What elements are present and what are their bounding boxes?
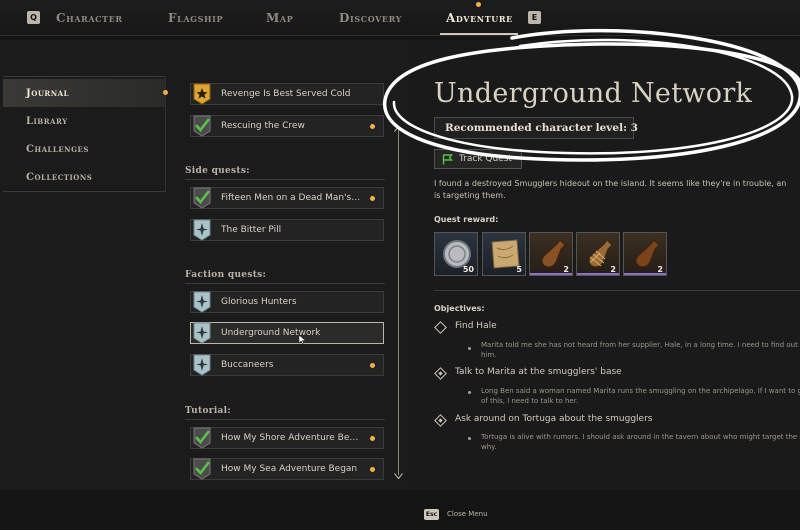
reward-wrapped-bottle[interactable]: 2 — [576, 232, 620, 276]
esc-key-hint[interactable]: Esc — [424, 509, 439, 520]
objective-description: Marita told me she has not heard from he… — [481, 340, 800, 360]
description-line: I found a destroyed Smugglers hideout on… — [434, 179, 787, 188]
check-icon — [192, 187, 212, 209]
quest-label: Fifteen Men on a Dead Man's C... — [221, 193, 361, 203]
scrollbar-track[interactable] — [398, 130, 399, 475]
reward-treasure-map[interactable]: 5 — [482, 232, 526, 276]
category-challenges[interactable]: Challenges — [3, 135, 165, 163]
quest-the-bitter-pill[interactable]: The Bitter Pill — [190, 219, 384, 241]
quest-reward-heading: Quest reward: — [434, 215, 499, 224]
quest-how-my-sea-adventure-began[interactable]: How My Sea Adventure Began — [190, 458, 384, 480]
compass-icon — [192, 354, 212, 376]
rarity-stripe — [577, 273, 619, 275]
quest-fifteen-men[interactable]: Fifteen Men on a Dead Man's C... — [190, 187, 384, 209]
objective-title: Talk to Marita at the smugglers' base — [455, 367, 622, 377]
compass-icon — [192, 219, 212, 241]
objectives-heading: Objectives: — [434, 304, 485, 313]
category-library[interactable]: Library — [3, 107, 165, 135]
objective-title: Ask around on Tortuga about the smuggler… — [455, 414, 653, 424]
reward-silver-coins[interactable]: 50 — [434, 232, 478, 276]
quest-label: Rescuing the Crew — [221, 121, 305, 131]
quest-glorious-hunters[interactable]: Glorious Hunters — [190, 291, 384, 313]
track-quest-button[interactable]: Track Quest — [434, 149, 522, 169]
quest-label: Revenge Is Best Served Cold — [221, 89, 351, 99]
category-journal[interactable]: Journal — [3, 79, 165, 107]
quest-revenge-is-best-served-cold[interactable]: Revenge Is Best Served Cold — [190, 83, 384, 105]
compass-icon — [192, 291, 212, 313]
compass-icon — [192, 322, 212, 344]
quest-label: Glorious Hunters — [221, 297, 297, 307]
faction-quests-heading: Faction quests: — [185, 270, 267, 280]
reward-quantity: 50 — [462, 265, 474, 274]
bullet-icon — [468, 347, 471, 350]
section-divider — [185, 179, 385, 180]
objective-description: Tortuga is alive with rumors. I should a… — [481, 432, 800, 452]
section-divider — [434, 290, 800, 291]
objective-description-line: Long Ben said a woman named Marita runs … — [481, 387, 800, 395]
quest-underground-network[interactable]: Underground Network — [190, 322, 384, 344]
quest-label: The Bitter Pill — [221, 225, 282, 235]
new-update-dot — [370, 363, 375, 368]
tutorial-heading: Tutorial: — [185, 406, 232, 416]
section-divider — [185, 419, 385, 420]
quest-buccaneers[interactable]: Buccaneers — [190, 354, 384, 376]
objective-title: Find Hale — [455, 321, 497, 331]
active-tab-underline — [440, 33, 518, 35]
reward-rum-bottle[interactable]: 2 — [529, 232, 573, 276]
objective-description-line: why. — [481, 443, 497, 451]
tab-adventure[interactable]: Adventure — [446, 11, 513, 25]
objective-description-line: Tortuga is alive with rumors. I should a… — [481, 433, 800, 441]
reward-rum-bottle-2[interactable]: 2 — [623, 232, 667, 276]
journal-new-dot — [163, 90, 168, 95]
quest-description: I found a destroyed Smugglers hideout on… — [434, 178, 800, 202]
e-key-hint[interactable]: E — [528, 11, 541, 24]
q-key-hint[interactable]: Q — [27, 11, 40, 24]
close-menu-button[interactable]: Close Menu — [447, 510, 488, 518]
new-update-dot — [370, 124, 375, 129]
check-icon — [192, 115, 212, 137]
check-icon — [192, 458, 212, 480]
objective-description-line: of this, I need to talk to her. — [481, 397, 579, 405]
new-update-dot — [370, 436, 375, 441]
tab-character[interactable]: Character — [56, 11, 123, 25]
recommended-level: Recommended character level: 3 — [434, 117, 638, 139]
quest-rescuing-the-crew[interactable]: Rescuing the Crew — [190, 115, 384, 137]
top-navigation-bar: Q Character Flagship Map Discovery Adven… — [0, 0, 800, 36]
bottom-hint-bar — [0, 490, 800, 530]
check-icon — [192, 427, 212, 449]
quest-how-my-shore-adventure-began[interactable]: How My Shore Adventure Began — [190, 427, 384, 449]
quest-label: How My Shore Adventure Began — [221, 433, 361, 443]
bullet-icon — [468, 391, 471, 394]
bullet-icon — [468, 437, 471, 440]
category-collections[interactable]: Collections — [3, 163, 165, 191]
rarity-stripe — [530, 273, 572, 275]
track-quest-label: Track Quest — [459, 154, 512, 164]
scroll-down-arrow-icon[interactable] — [394, 473, 403, 479]
quest-title: Underground Network — [434, 78, 753, 109]
flag-icon — [442, 153, 453, 164]
side-quests-heading: Side quests: — [185, 166, 250, 176]
tab-map[interactable]: Map — [266, 11, 293, 25]
new-update-dot — [370, 467, 375, 472]
rarity-stripe — [624, 273, 666, 275]
category-column: Journal Library Challenges Collections — [3, 76, 166, 192]
new-update-dot — [370, 196, 375, 201]
objective-description-line: Marita told me she has not heard from he… — [481, 341, 800, 349]
objective-description-line: him. — [481, 351, 497, 359]
objective-description: Long Ben said a woman named Marita runs … — [481, 386, 800, 406]
section-divider — [185, 283, 385, 284]
tab-flagship[interactable]: Flagship — [168, 11, 223, 25]
description-line: is targeting them. — [434, 191, 506, 200]
mouse-cursor-icon — [299, 335, 307, 345]
quest-label: How My Sea Adventure Began — [221, 464, 358, 474]
tab-discovery[interactable]: Discovery — [339, 11, 402, 25]
reward-quantity: 5 — [516, 265, 522, 274]
new-content-dot — [476, 2, 481, 7]
quest-label: Buccaneers — [221, 360, 274, 370]
gold-star-icon — [192, 83, 212, 105]
